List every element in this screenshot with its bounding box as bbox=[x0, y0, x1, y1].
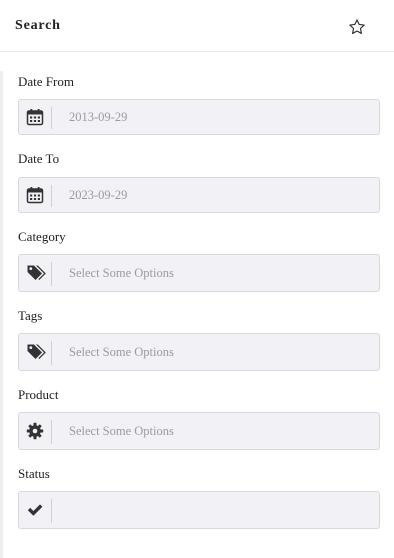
date-from-field[interactable]: 2013-09-29 bbox=[18, 99, 380, 135]
panel-header: Search bbox=[0, 0, 394, 52]
check-icon bbox=[26, 501, 44, 519]
field-divider bbox=[51, 499, 52, 523]
panel-left-border bbox=[0, 71, 3, 558]
calendar-icon bbox=[26, 186, 44, 204]
field-divider bbox=[51, 107, 52, 129]
date-from-value: 2013-09-29 bbox=[69, 110, 128, 124]
tags-label: Tags bbox=[18, 308, 43, 323]
product-placeholder: Select Some Options bbox=[69, 424, 174, 438]
product-select[interactable]: Select Some Options bbox=[18, 412, 380, 450]
tags-icon bbox=[26, 263, 46, 281]
status-select[interactable] bbox=[18, 491, 380, 529]
gear-icon bbox=[26, 422, 44, 440]
field-divider bbox=[51, 262, 52, 286]
calendar-icon bbox=[26, 108, 44, 126]
tags-icon bbox=[26, 342, 46, 360]
date-to-value: 2023-09-29 bbox=[69, 188, 128, 202]
date-to-field[interactable]: 2023-09-29 bbox=[18, 177, 380, 213]
field-divider bbox=[51, 341, 52, 365]
category-label: Category bbox=[18, 229, 66, 244]
status-label: Status bbox=[18, 466, 50, 481]
tags-placeholder: Select Some Options bbox=[69, 345, 174, 359]
field-divider bbox=[51, 420, 52, 444]
tags-select[interactable]: Select Some Options bbox=[18, 333, 380, 371]
date-to-label: Date To bbox=[18, 151, 60, 166]
category-placeholder: Select Some Options bbox=[69, 266, 174, 280]
favorite-star-icon[interactable] bbox=[348, 18, 366, 36]
date-from-label: Date From bbox=[18, 74, 74, 89]
panel-title: Search bbox=[15, 18, 61, 33]
category-select[interactable]: Select Some Options bbox=[18, 254, 380, 292]
product-label: Product bbox=[18, 387, 59, 402]
field-divider bbox=[51, 185, 52, 207]
